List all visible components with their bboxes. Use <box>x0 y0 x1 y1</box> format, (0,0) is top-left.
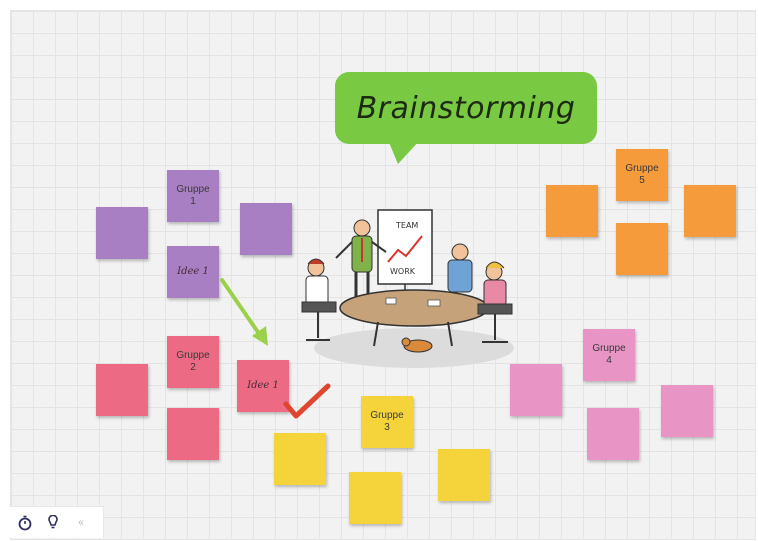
sticky-note-gruppe-3[interactable]: Gruppe 3 <box>361 396 413 448</box>
sticky-note-pink-empty[interactable] <box>661 385 713 437</box>
sticky-note-orange-empty[interactable] <box>546 185 598 237</box>
sticky-note-gruppe-2[interactable]: Gruppe 2 <box>167 336 219 388</box>
green-arrow-icon <box>220 278 268 346</box>
sticky-note-red-empty[interactable] <box>96 364 148 416</box>
sticky-note-yellow-empty[interactable] <box>438 449 490 501</box>
sticky-note-gruppe-1[interactable]: Gruppe 1 <box>167 170 219 222</box>
sticky-note-idee-1-purple[interactable]: Idee 1 <box>167 246 219 298</box>
sticky-note-purple-empty[interactable] <box>240 203 292 255</box>
sticky-note-yellow-empty[interactable] <box>349 472 401 524</box>
flipchart-team-text: TEAM <box>395 221 418 230</box>
checkmark-icon <box>283 383 331 419</box>
sticky-note-gruppe-4[interactable]: Gruppe 4 <box>583 329 635 381</box>
sticky-note-orange-empty[interactable] <box>616 223 668 275</box>
sticky-note-pink-empty[interactable] <box>587 408 639 460</box>
sticky-note-gruppe-5[interactable]: Gruppe 5 <box>616 149 668 201</box>
sticky-note-yellow-empty[interactable] <box>274 433 326 485</box>
board-toolbar: « <box>10 506 104 538</box>
collapse-toolbar-button[interactable]: « <box>72 514 90 532</box>
speech-bubble-tail <box>388 140 420 164</box>
sticky-note-purple-empty[interactable] <box>96 207 148 259</box>
sticky-note-red-empty[interactable] <box>167 408 219 460</box>
board-title: Brainstorming <box>356 90 576 126</box>
stopwatch-icon[interactable] <box>16 514 34 532</box>
sticky-note-orange-empty[interactable] <box>684 185 736 237</box>
lightbulb-icon[interactable] <box>44 514 62 532</box>
title-speech-bubble[interactable]: Brainstorming <box>335 72 597 144</box>
flipchart-work-text: WORK <box>390 267 416 276</box>
team-meeting-illustration[interactable]: TEAM WORK <box>298 206 530 372</box>
